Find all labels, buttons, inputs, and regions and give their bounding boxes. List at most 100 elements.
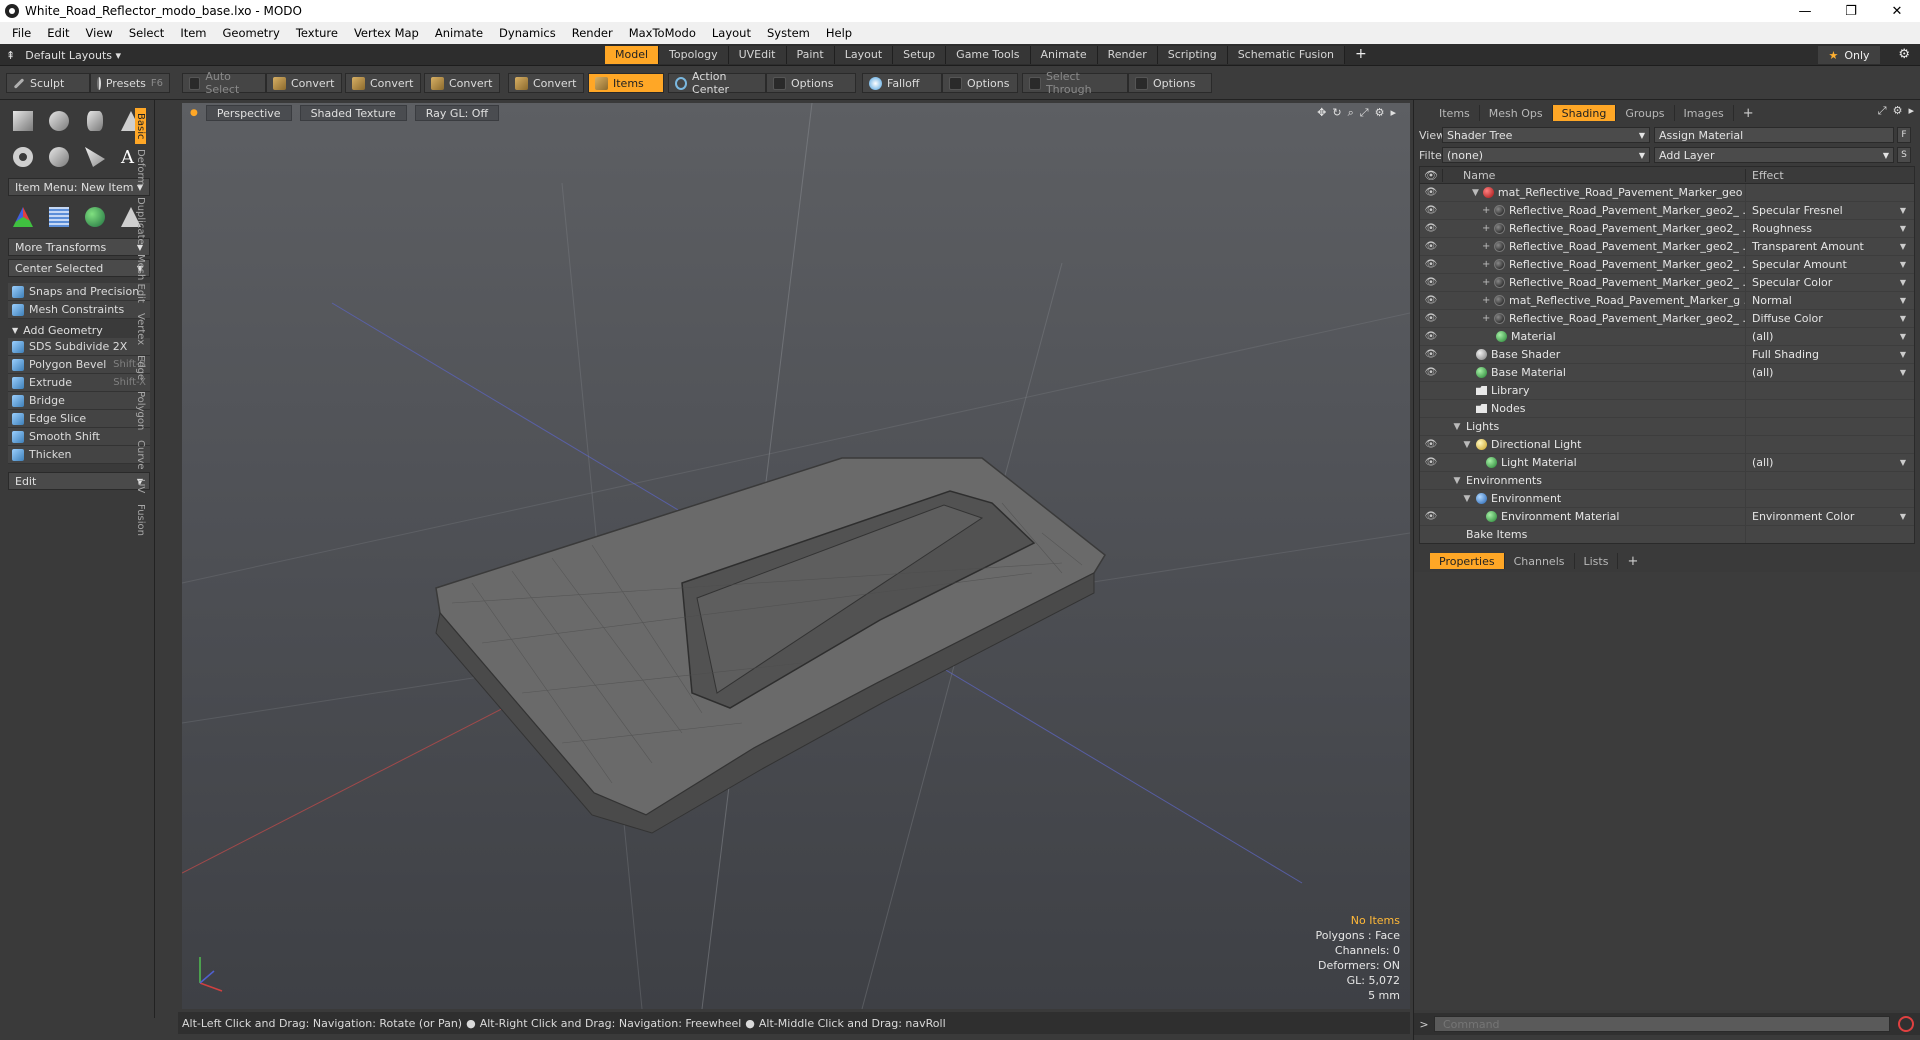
smooth-shift-button[interactable]: Smooth Shift <box>8 428 150 446</box>
convert-polygons-button[interactable]: Convert <box>424 73 500 93</box>
cylinder-tool[interactable] <box>80 106 110 136</box>
items-mode-button[interactable]: Items <box>588 73 664 93</box>
expand-toggle-icon[interactable]: ▼ <box>1462 440 1472 450</box>
tab-properties[interactable]: Properties <box>1430 553 1505 569</box>
presets-button[interactable]: Presets F6 <box>90 73 170 93</box>
expand-plus-icon[interactable]: + <box>1482 241 1490 252</box>
shader-tree-row[interactable]: 👁 + Reflective_Road_Pavement_Marker_geo2_ … <box>1420 201 1914 220</box>
effect-column-header[interactable]: Effect <box>1745 168 1914 182</box>
select-through-button[interactable]: Select Through <box>1022 70 1128 96</box>
sphere-tool[interactable] <box>44 106 74 136</box>
tab-channels[interactable]: Channels <box>1505 553 1575 569</box>
tab-topology[interactable]: Topology <box>659 46 729 64</box>
falloff-button[interactable]: Falloff <box>862 73 942 93</box>
visibility-eye-icon[interactable]: 👁 <box>1420 511 1442 522</box>
menu-dynamics[interactable]: Dynamics <box>491 26 564 40</box>
tab-lists[interactable]: Lists <box>1575 553 1619 569</box>
vtab-curve[interactable]: Curve <box>135 435 146 475</box>
tab-layout[interactable]: Layout <box>834 46 894 64</box>
menu-system[interactable]: System <box>759 26 818 40</box>
sculpt-button[interactable]: Sculpt <box>6 73 90 93</box>
select-options-button[interactable]: Options <box>1128 73 1212 93</box>
visibility-eye-icon[interactable]: 👁 <box>1420 241 1442 252</box>
maximize-button[interactable]: ❐ <box>1828 0 1874 22</box>
menu-file[interactable]: File <box>4 26 39 40</box>
cube-tool[interactable] <box>8 106 38 136</box>
vtab-vertex[interactable]: Vertex <box>135 308 146 350</box>
tab-model[interactable]: Model <box>605 46 660 64</box>
expand-plus-icon[interactable]: + <box>1482 295 1490 306</box>
viewport-menu-icon[interactable]: ● <box>190 108 198 118</box>
vtab-edge[interactable]: Edge <box>135 350 146 385</box>
visibility-eye-icon[interactable]: 👁 <box>1420 349 1442 360</box>
shader-tree-row[interactable]: Bake Items <box>1420 525 1914 543</box>
panel-gear-icon[interactable]: ⚙ <box>1893 104 1903 118</box>
expand-toggle-icon[interactable]: ▼ <box>1452 422 1462 432</box>
visibility-eye-icon[interactable]: 👁 <box>1420 259 1442 270</box>
row-effect-cell[interactable]: Normal ▼ <box>1745 291 1914 310</box>
add-tab-button[interactable]: + <box>1618 553 1647 569</box>
snaps-button[interactable]: Snaps and Precision <box>8 283 150 301</box>
minimize-button[interactable]: — <box>1782 0 1828 22</box>
menu-edit[interactable]: Edit <box>39 26 77 40</box>
torus-tool[interactable] <box>8 142 38 172</box>
row-effect-cell[interactable]: Specular Color ▼ <box>1745 273 1914 292</box>
shader-tree-row[interactable]: 👁 Base Shader Full Shading ▼ <box>1420 345 1914 364</box>
convert-materials-button[interactable]: Convert <box>508 73 584 93</box>
extrude-button[interactable]: Extrude Shift-X <box>8 374 150 392</box>
tab-schematic-fusion[interactable]: Schematic Fusion <box>1227 46 1346 64</box>
bridge-button[interactable]: Bridge <box>8 392 150 410</box>
only-button[interactable]: ★ Only <box>1818 46 1880 64</box>
visibility-eye-icon[interactable]: 👁 <box>1420 313 1442 324</box>
mesh-constraints-button[interactable]: Mesh Constraints <box>8 301 150 319</box>
menu-help[interactable]: Help <box>818 26 860 40</box>
convert-vertices-button[interactable]: Convert <box>266 73 342 93</box>
vtab-polygon[interactable]: Polygon <box>135 386 146 435</box>
add-layer-dropdown[interactable]: Add Layer ▼ <box>1654 147 1894 163</box>
tab-game-tools[interactable]: Game Tools <box>946 46 1031 64</box>
fit-view-icon[interactable]: ⤢ <box>1360 106 1369 120</box>
shader-tree-row[interactable]: 👁 + Reflective_Road_Pavement_Marker_geo2_ … <box>1420 255 1914 274</box>
menu-render[interactable]: Render <box>564 26 621 40</box>
menu-texture[interactable]: Texture <box>288 26 346 40</box>
rotate-view-icon[interactable]: ↻ <box>1332 106 1341 120</box>
more-transforms-dropdown[interactable]: More Transforms ▼ <box>8 238 150 256</box>
tab-images[interactable]: Images <box>1675 105 1734 121</box>
vtab-mesh-edit[interactable]: Mesh Edit <box>135 249 146 308</box>
tab-render[interactable]: Render <box>1097 46 1158 64</box>
row-effect-cell[interactable]: (all) ▼ <box>1745 327 1914 346</box>
tab-uvedit[interactable]: UVEdit <box>728 46 787 64</box>
environment-tool[interactable] <box>80 202 110 232</box>
row-effect-cell[interactable]: Transparent Amount ▼ <box>1745 237 1914 256</box>
visibility-eye-icon[interactable]: 👁 <box>1420 439 1442 450</box>
expand-plus-icon[interactable]: + <box>1482 313 1490 324</box>
filter-dropdown[interactable]: (none) ▼ <box>1442 147 1650 163</box>
row-effect-cell[interactable]: Specular Fresnel ▼ <box>1745 201 1914 220</box>
shader-tree-row[interactable]: 👁 + Reflective_Road_Pavement_Marker_geo2_ … <box>1420 273 1914 292</box>
falloff-options-button[interactable]: Options <box>942 73 1018 93</box>
visibility-eye-icon[interactable]: 👁 <box>1420 457 1442 468</box>
shader-tree-row[interactable]: 👁 Environment Material Environment Color ▼ <box>1420 507 1914 526</box>
expand-plus-icon[interactable]: + <box>1482 277 1490 288</box>
shader-tree-row[interactable]: ▼ Environment <box>1420 489 1914 508</box>
menu-layout[interactable]: Layout <box>704 26 759 40</box>
command-stop-icon[interactable] <box>1898 1016 1914 1032</box>
tab-shading[interactable]: Shading <box>1552 105 1617 121</box>
tab-items[interactable]: Items <box>1430 105 1480 121</box>
shader-tree-row[interactable]: ▼ Environments <box>1420 471 1914 490</box>
view-mode-dropdown[interactable]: Perspective <box>205 105 292 121</box>
f-button[interactable]: F <box>1897 127 1911 143</box>
shader-tree-row[interactable]: 👁 + Reflective_Road_Pavement_Marker_geo2_ … <box>1420 309 1914 328</box>
vtab-basic[interactable]: Basic <box>135 108 146 145</box>
move-view-icon[interactable]: ✥ <box>1317 106 1326 120</box>
shader-tree-row[interactable]: 👁 Base Material (all) ▼ <box>1420 363 1914 382</box>
menu-item[interactable]: Item <box>172 26 214 40</box>
shader-tree-row[interactable]: ▼ Lights <box>1420 417 1914 436</box>
assign-material-button[interactable]: Assign Material <box>1654 127 1894 143</box>
shader-tree-row[interactable]: Library <box>1420 381 1914 400</box>
sds-subdivide-button[interactable]: SDS Subdivide 2X <box>8 338 150 356</box>
shader-tree-row[interactable]: Nodes <box>1420 399 1914 418</box>
expand-toggle-icon[interactable]: ▼ <box>1462 494 1472 504</box>
shading-mode-dropdown[interactable]: Shaded Texture <box>299 105 407 121</box>
gear-icon[interactable]: ⚙ <box>1898 47 1910 62</box>
